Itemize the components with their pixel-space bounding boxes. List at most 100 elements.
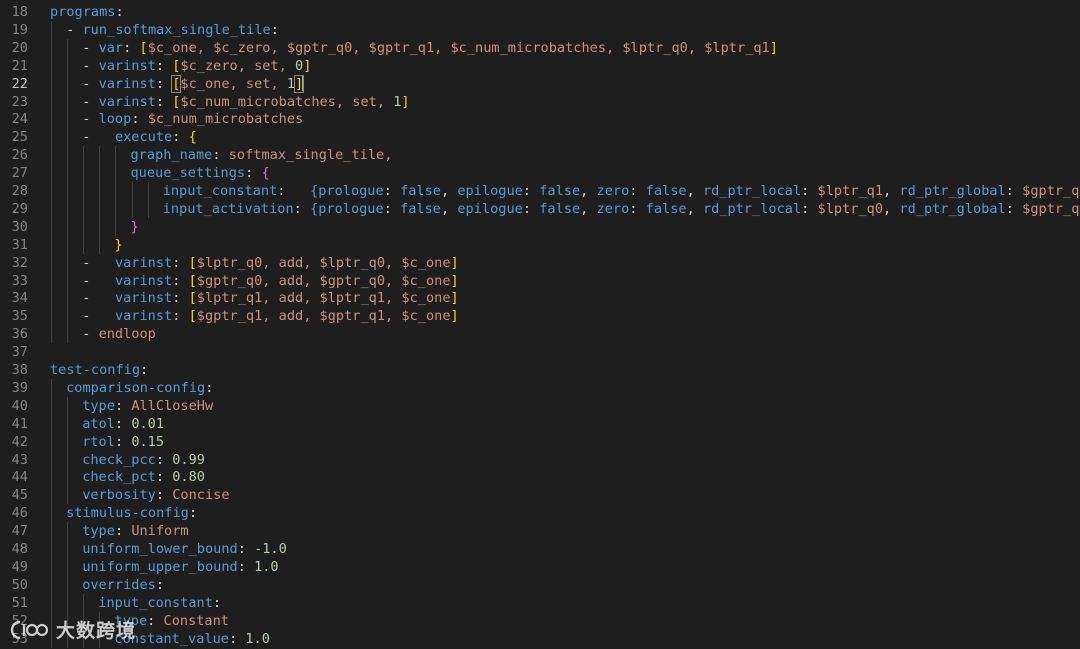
code-line[interactable]: 32 - varinst: [$lptr_q0, add, $lptr_q0, $… <box>0 253 1080 272</box>
code-text[interactable]: input_constant: <box>98 594 221 612</box>
code-line[interactable]: 26 graph_name: softmax_single_tile, <box>0 146 1080 165</box>
code-text[interactable]: graph_name: softmax_single_tile, <box>131 146 393 164</box>
code-line[interactable]: 19 - run_softmax_single_tile: <box>0 20 1080 39</box>
code-line[interactable]: 18 programs: <box>0 3 1080 21</box>
code-line[interactable]: 25 - execute: { <box>0 128 1080 147</box>
watermark: 大数跨境 <box>10 616 136 643</box>
code-token: stimulus-config <box>66 505 189 522</box>
code-line[interactable]: 33 - varinst: [$gptr_q0, add, $gptr_q0, $… <box>0 271 1080 290</box>
code-text[interactable]: - execute: { <box>82 128 197 146</box>
code-text[interactable]: uniform_upper_bound: 1.0 <box>82 558 278 576</box>
code-text[interactable]: - varinst: [$c_zero, set, 0] <box>82 57 311 75</box>
code-text[interactable]: - varinst: [$gptr_q1, add, $gptr_q1, $c_… <box>82 307 459 325</box>
code-line[interactable]: 30} <box>0 217 1080 236</box>
code-text[interactable]: - varinst: [$gptr_q0, add, $gptr_q0, $c_… <box>82 272 459 290</box>
code-token: rd_ptr_global <box>899 200 1006 217</box>
code-text[interactable]: type: Uniform <box>82 522 188 540</box>
code-text[interactable]: - run_softmax_single_tile: <box>66 21 279 39</box>
code-line[interactable]: 43 check_pcc: 0.99 <box>0 450 1080 469</box>
code-text[interactable]: - varinst: [$c_num_microbatches, set, 1] <box>82 93 409 111</box>
line-number: 26 <box>11 147 28 164</box>
code-line[interactable]: 34 - varinst: [$lptr_q1, add, $lptr_q1, $… <box>0 289 1080 308</box>
indent-guide <box>51 271 52 290</box>
code-line[interactable]: 44 check_pct: 0.80 <box>0 468 1080 487</box>
code-token: $gptr_q1 <box>1022 183 1080 199</box>
indent-guide <box>51 182 52 200</box>
code-line[interactable]: 37 <box>0 343 1080 361</box>
code-token: ] <box>450 254 459 271</box>
code-token: - <box>82 57 99 74</box>
code-line[interactable]: 50 overrides: <box>0 575 1080 594</box>
code-token: [ <box>188 272 197 289</box>
code-line[interactable]: 23 - varinst: [$c_num_microbatches, set, … <box>0 92 1080 111</box>
code-line[interactable]: 48 uniform_lower_bound: -1.0 <box>0 540 1080 558</box>
code-token: check_pct <box>82 469 156 486</box>
code-text[interactable]: test-config: <box>50 361 148 379</box>
code-line[interactable]: 40 type: AllCloseHw <box>0 396 1080 415</box>
code-token: } <box>130 218 139 235</box>
code-text[interactable]: stimulus-config: <box>66 504 197 522</box>
code-line[interactable]: 38 test-config: <box>0 361 1080 379</box>
code-line[interactable]: 53 constant_value: 1.0 <box>0 629 1080 648</box>
code-token: -1.0 <box>254 541 287 557</box>
code-line[interactable]: 52 type: Constant <box>0 611 1080 630</box>
code-line[interactable]: 41 atol: 0.01 <box>0 414 1080 433</box>
code-line[interactable]: 28 input_constant: {prologue: false, epil… <box>0 182 1080 200</box>
code-text[interactable]: overrides: <box>82 576 164 594</box>
code-line[interactable]: 36 - endloop <box>0 325 1080 344</box>
code-line[interactable]: 46 stimulus-config: <box>0 504 1080 523</box>
code-line[interactable]: 51 input_constant: <box>0 593 1080 612</box>
code-text[interactable]: check_pcc: 0.99 <box>82 451 205 469</box>
code-token: run_softmax_single_tile <box>82 21 271 38</box>
code-line[interactable]: 39 comparison-config: <box>0 378 1080 397</box>
code-text[interactable]: queue_settings: { <box>131 164 270 182</box>
code-text[interactable]: } <box>131 218 139 236</box>
code-line[interactable]: 21 - varinst: [$c_zero, set, 0] <box>0 56 1080 75</box>
code-text[interactable]: programs: <box>50 3 124 21</box>
indent-guide <box>83 146 85 165</box>
code-text[interactable]: input_constant: {prologue: false, epilog… <box>163 182 1080 200</box>
code-line[interactable]: 35 - varinst: [$gptr_q1, add, $gptr_q1, $… <box>0 307 1080 326</box>
code-text[interactable]: - var: [$c_one, $c_zero, $gptr_q0, $gptr… <box>82 39 778 57</box>
code-text[interactable]: - varinst: [$lptr_q1, add, $lptr_q1, $c_… <box>82 289 459 307</box>
code-line[interactable]: 27 queue_settings: { <box>0 164 1080 183</box>
line-number: 22 <box>11 75 28 92</box>
code-text[interactable]: - endloop <box>82 325 156 343</box>
code-text[interactable]: uniform_lower_bound: -1.0 <box>82 540 287 558</box>
indent-guide <box>147 199 149 218</box>
code-line[interactable]: 42 rtol: 0.15 <box>0 432 1080 451</box>
code-line[interactable]: 22 - varinst: [$c_one, set, 1] <box>0 74 1080 93</box>
code-line[interactable]: 49 uniform_upper_bound: 1.0 <box>0 557 1080 576</box>
code-text[interactable]: comparison-config: <box>66 379 213 397</box>
code-line[interactable]: 20 - var: [$c_one, $c_zero, $gptr_q0, $gp… <box>0 38 1080 57</box>
code-text[interactable]: constant_value: 1.0 <box>114 630 270 648</box>
code-text[interactable]: type: AllCloseHw <box>82 397 213 415</box>
code-line[interactable]: 31} <box>0 235 1080 254</box>
code-token: ] <box>303 57 312 74</box>
code-text[interactable]: atol: 0.01 <box>82 415 164 433</box>
indent-guide <box>67 414 69 433</box>
code-text[interactable]: - varinst: [$lptr_q0, add, $lptr_q0, $c_… <box>82 254 459 272</box>
code-line[interactable]: 45 verbosity: Concise <box>0 486 1080 505</box>
code-token: ] <box>401 93 410 110</box>
indent-guide <box>99 182 101 200</box>
indent-guide <box>51 56 52 75</box>
code-line[interactable]: 24 - loop: $c_num_microbatches <box>0 110 1080 129</box>
indent-guide <box>51 199 52 218</box>
line-number: 31 <box>11 236 28 253</box>
code-text[interactable]: input_activation: {prologue: false, epil… <box>163 200 1080 218</box>
code-text[interactable]: } <box>114 236 122 254</box>
code-token: : <box>131 111 148 128</box>
code-line[interactable]: 29 input_activation: {prologue: false, ep… <box>0 199 1080 218</box>
code-token: execute <box>114 129 173 146</box>
code-text[interactable]: check_pct: 0.80 <box>82 468 205 486</box>
code-editor[interactable]: 18 programs: 19- run_softmax_single_tile: 2… <box>0 0 1080 649</box>
code-text[interactable]: - varinst: [$c_one, set, 1] <box>82 74 305 93</box>
code-text[interactable]: verbosity: Concise <box>82 486 229 504</box>
indent-guide <box>67 92 69 111</box>
indent-guide <box>51 486 52 505</box>
code-text[interactable]: - loop: $c_num_microbatches <box>82 110 303 128</box>
code-line[interactable]: 47 type: Uniform <box>0 522 1080 541</box>
line-number: 34 <box>11 290 28 307</box>
code-text[interactable]: rtol: 0.15 <box>82 433 164 451</box>
